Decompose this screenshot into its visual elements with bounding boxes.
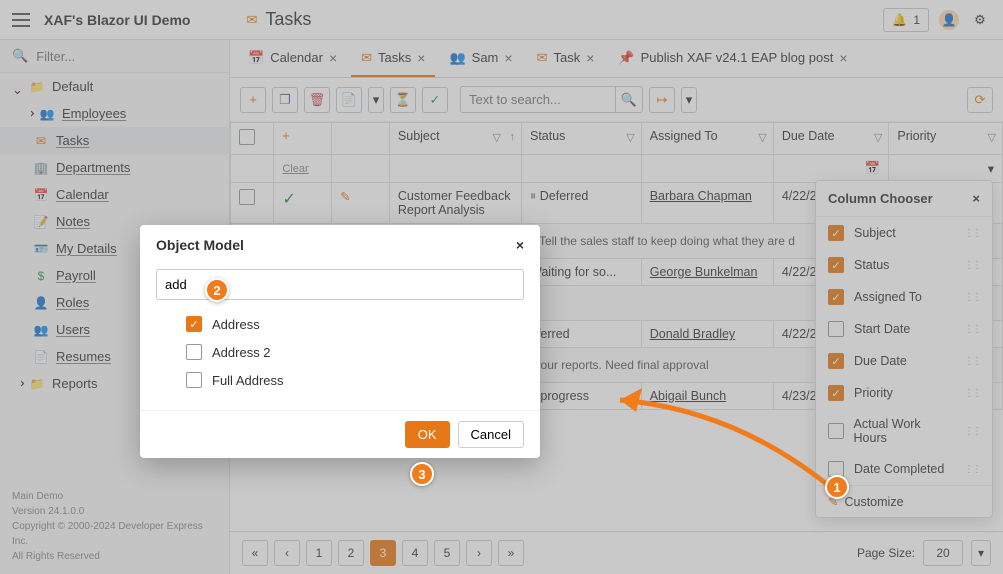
close-icon[interactable]: ×: [516, 237, 524, 253]
ok-button[interactable]: OK: [405, 421, 450, 448]
cancel-button[interactable]: Cancel: [458, 421, 524, 448]
dialog-field-item[interactable]: ✓Address: [156, 310, 524, 338]
dialog-field-item[interactable]: Full Address: [156, 366, 524, 394]
callout-1: 1: [825, 475, 849, 499]
object-model-dialog: Object Model × ✓AddressAddress 2Full Add…: [140, 225, 540, 458]
callout-2: 2: [205, 278, 229, 302]
checkbox-icon[interactable]: [186, 372, 202, 388]
checkbox-icon[interactable]: [186, 344, 202, 360]
dialog-title: Object Model: [156, 237, 244, 253]
checkbox-icon[interactable]: ✓: [186, 316, 202, 332]
callout-3: 3: [410, 462, 434, 486]
dialog-field-item[interactable]: Address 2: [156, 338, 524, 366]
